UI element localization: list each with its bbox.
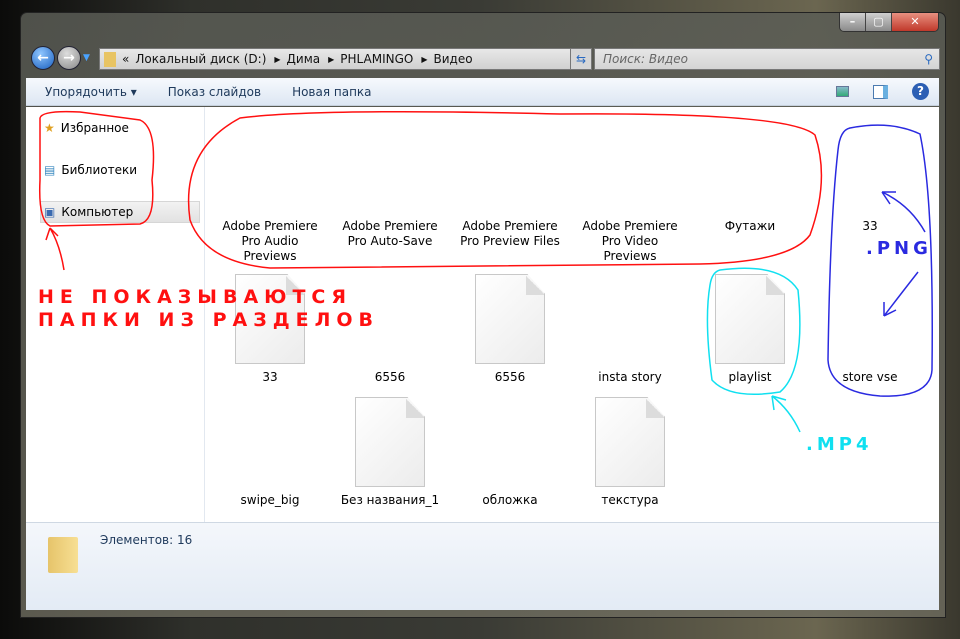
back-button[interactable]: ← — [31, 46, 55, 70]
item-label: swipe_big — [240, 493, 300, 507]
sidebar-item-favorites[interactable]: ★ Избранное — [44, 121, 129, 135]
file-icon — [595, 397, 665, 487]
search-icon[interactable]: ⚲ — [924, 49, 933, 69]
chevron-right-icon[interactable]: ▶ — [421, 55, 427, 64]
search-input[interactable]: Поиск: Видео ⚲ — [594, 48, 940, 70]
file-item[interactable]: текстура — [576, 397, 684, 508]
file-icon — [715, 274, 785, 364]
folder-item[interactable]: Adobe Premiere Pro Preview Files — [456, 219, 564, 249]
folder-icon — [48, 537, 78, 573]
status-bar: Элементов: 16 — [26, 522, 939, 610]
change-view-icon[interactable] — [836, 86, 849, 97]
forward-button[interactable]: → — [57, 46, 81, 70]
folder-item[interactable]: Adobe Premiere Pro Audio Previews — [216, 219, 324, 264]
breadcrumb-overflow[interactable]: « — [122, 52, 129, 66]
preview-pane-icon[interactable] — [873, 84, 888, 99]
chevron-right-icon[interactable]: ▶ — [328, 55, 334, 64]
item-label: Без названия_1 — [340, 493, 440, 507]
sidebar-label: Библиотеки — [61, 163, 138, 177]
slideshow-button[interactable]: Показ слайдов — [168, 85, 261, 99]
file-icon — [355, 397, 425, 487]
folder-item[interactable]: Adobe Premiere Pro Video Previews — [576, 219, 684, 264]
item-count: Элементов: 16 — [100, 533, 193, 547]
item-label: текстура — [601, 493, 659, 507]
new-folder-button[interactable]: Новая папка — [292, 85, 371, 99]
maximize-button[interactable]: ▢ — [866, 13, 892, 31]
folder-item[interactable]: swipe_big — [216, 493, 324, 508]
item-label: Adobe Premiere Pro Audio Previews — [222, 219, 318, 263]
address-bar[interactable]: « Локальный диск (D:) ▶ Дима ▶ PHLAMINGO ▶ … — [99, 48, 590, 70]
file-item[interactable]: 6556 — [456, 274, 564, 385]
item-label: playlist — [728, 370, 772, 384]
item-label: 33 — [862, 219, 878, 233]
toolbar: Упорядочить ▾ Показ слайдов Новая папка … — [26, 78, 939, 106]
annotation-red-line2: ПАПКИ ИЗ РАЗДЕЛОВ — [38, 309, 380, 331]
folder-item[interactable]: Adobe Premiere Pro Auto-Save — [336, 219, 444, 249]
annotation-red-line1: НЕ ПОКАЗЫВАЮТСЯ — [38, 286, 352, 308]
folder-item[interactable]: 6556 — [336, 370, 444, 385]
item-label: Adobe Premiere Pro Preview Files — [460, 219, 560, 248]
computer-icon: ▣ — [44, 205, 56, 219]
minimize-button[interactable]: – — [840, 13, 866, 31]
refresh-button[interactable]: ⇆ — [570, 48, 592, 70]
annotation-mp4: .MP4 — [806, 434, 873, 455]
folder-icon — [104, 51, 116, 67]
folder-item[interactable]: обложка — [456, 493, 564, 508]
breadcrumb-video[interactable]: Видео — [434, 52, 473, 66]
chevron-right-icon[interactable]: ▶ — [274, 55, 280, 64]
folder-item[interactable]: 33 — [816, 219, 924, 234]
breadcrumb-dima[interactable]: Дима — [287, 52, 321, 66]
item-label: 6556 — [494, 370, 526, 384]
file-item[interactable]: playlist — [696, 274, 804, 385]
breadcrumb-local-disk[interactable]: Локальный диск (D:) — [135, 52, 266, 66]
folder-item[interactable]: insta story — [576, 370, 684, 385]
window-controls: – ▢ ✕ — [839, 13, 939, 32]
recent-pages-dropdown[interactable]: ▼ — [83, 53, 90, 63]
item-label: обложка — [482, 493, 538, 507]
item-label: Adobe Premiere Pro Video Previews — [582, 219, 678, 263]
item-label: 33 — [262, 370, 278, 384]
close-button[interactable]: ✕ — [892, 13, 938, 31]
item-label: 6556 — [374, 370, 406, 384]
breadcrumb-phlamingo[interactable]: PHLAMINGO — [340, 52, 413, 66]
item-label: Футажи — [724, 219, 776, 233]
file-icon — [475, 274, 545, 364]
sidebar-item-computer[interactable]: ▣ Компьютер — [44, 205, 133, 219]
search-placeholder: Поиск: Видео — [603, 52, 688, 66]
folder-item[interactable]: Футажи — [696, 219, 804, 234]
organize-button[interactable]: Упорядочить ▾ — [45, 85, 137, 99]
file-item[interactable]: Без названия_1 — [336, 397, 444, 508]
sidebar-label: Избранное — [60, 121, 129, 135]
star-icon: ★ — [44, 121, 55, 135]
item-label: store vse — [842, 370, 898, 384]
annotation-png: .PNG — [866, 238, 932, 259]
sidebar-label: Компьютер — [61, 205, 134, 219]
sidebar-item-libraries[interactable]: ▤ Библиотеки — [44, 163, 137, 177]
folder-item[interactable]: store vse — [816, 370, 924, 385]
help-icon[interactable]: ? — [912, 83, 929, 100]
item-label: insta story — [598, 370, 662, 384]
item-label: Adobe Premiere Pro Auto-Save — [342, 219, 438, 248]
library-icon: ▤ — [44, 163, 56, 177]
